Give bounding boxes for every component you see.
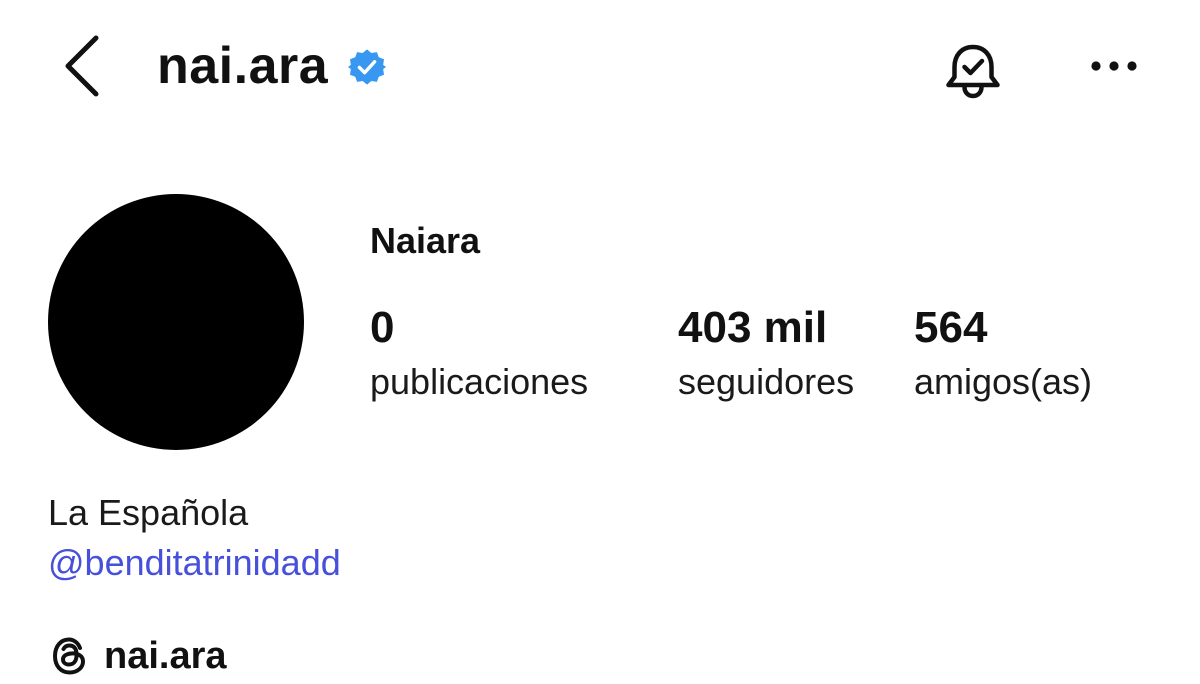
username: nai.ara (157, 37, 329, 95)
threads-icon (48, 634, 92, 678)
stat-followers[interactable]: 403 mil seguidores (678, 300, 854, 408)
more-horizontal-icon (1091, 61, 1137, 71)
display-name: Naiara (370, 220, 481, 261)
avatar[interactable] (48, 194, 304, 450)
stat-followers-value: 403 mil (678, 303, 828, 352)
stat-friends-label: amigos(as) (914, 361, 1093, 402)
stat-friends-value: 564 (914, 303, 988, 352)
mention-link[interactable]: @benditatrinidadd (48, 538, 341, 588)
stat-posts-value: 0 (370, 303, 395, 352)
verified-badge-icon (348, 48, 387, 86)
chevron-left-icon (65, 35, 99, 97)
threads-handle: nai.ara (104, 634, 227, 677)
bio-text: La Española (48, 492, 249, 533)
notifications-button[interactable] (938, 36, 1008, 106)
stat-friends[interactable]: 564 amigos(as) (914, 300, 1092, 408)
stat-followers-label: seguidores (678, 361, 855, 402)
back-button[interactable] (52, 30, 112, 102)
stat-posts-label: publicaciones (370, 361, 589, 402)
header-title: nai.ara (157, 34, 387, 98)
threads-link[interactable]: nai.ara (48, 628, 227, 684)
more-options-button[interactable] (1086, 46, 1142, 86)
bell-check-icon (946, 44, 1000, 99)
stat-posts[interactable]: 0 publicaciones (370, 300, 588, 408)
